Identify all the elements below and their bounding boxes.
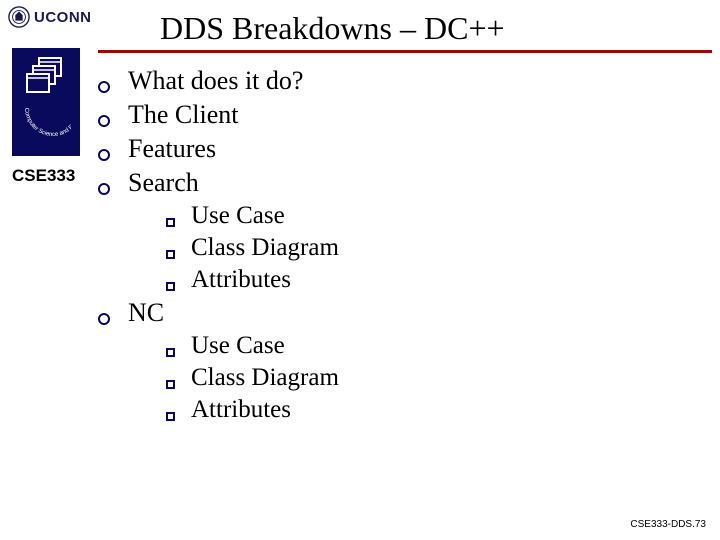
uconn-wordmark: UCONN <box>34 9 92 26</box>
uconn-seal-icon <box>8 6 30 28</box>
bullet-circle-icon <box>98 313 110 325</box>
bullet-square-icon <box>166 412 175 421</box>
sublist-item-text: Class Diagram <box>191 364 339 392</box>
sublist: Use Case Class Diagram Attributes <box>166 202 658 294</box>
bullet-circle-icon <box>98 149 110 161</box>
sublist-item: Use Case <box>166 202 658 230</box>
sublist-item-text: Use Case <box>191 332 285 360</box>
title-underline <box>98 50 712 53</box>
department-ring-text: Computer Science and Engineering <box>21 102 71 152</box>
list-item-text: Search <box>128 168 199 198</box>
bullet-square-icon <box>166 380 175 389</box>
sublist-item-text: Attributes <box>191 266 291 294</box>
list-item-text: The Client <box>128 100 238 130</box>
list-item: Search <box>98 168 658 198</box>
department-emblem: Computer Science and Engineering <box>12 48 80 156</box>
list-item-text: Features <box>128 134 216 164</box>
list-item-text: NC <box>128 298 164 328</box>
list-item: The Client <box>98 100 658 130</box>
list-item: NC <box>98 298 658 328</box>
sublist-item-text: Attributes <box>191 396 291 424</box>
bullet-circle-icon <box>98 183 110 195</box>
stacked-windows-icon <box>21 52 71 102</box>
slide-body: What does it do? The Client Features Sea… <box>98 66 658 428</box>
bullet-circle-icon <box>98 115 110 127</box>
sublist-item-text: Class Diagram <box>191 234 339 262</box>
sublist-item: Attributes <box>166 396 658 424</box>
bullet-square-icon <box>166 250 175 259</box>
course-label: CSE333 <box>12 166 75 186</box>
sublist-item: Class Diagram <box>166 364 658 392</box>
list-item: What does it do? <box>98 66 658 96</box>
list-item-text: What does it do? <box>128 66 303 96</box>
slide-title: DDS Breakdowns – DC++ <box>160 10 505 47</box>
sublist-item: Class Diagram <box>166 234 658 262</box>
slide-number: CSE333-DDS.73 <box>630 519 706 530</box>
svg-text:Computer Science and Engineeri: Computer Science and Engineering <box>21 102 71 138</box>
list-item: Features <box>98 134 658 164</box>
uconn-logo: UCONN <box>8 6 92 28</box>
sublist-item: Use Case <box>166 332 658 360</box>
bullet-square-icon <box>166 348 175 357</box>
bullet-square-icon <box>166 218 175 227</box>
bullet-circle-icon <box>98 81 110 93</box>
sublist-item-text: Use Case <box>191 202 285 230</box>
sublist: Use Case Class Diagram Attributes <box>166 332 658 424</box>
sublist-item: Attributes <box>166 266 658 294</box>
bullet-square-icon <box>166 282 175 291</box>
